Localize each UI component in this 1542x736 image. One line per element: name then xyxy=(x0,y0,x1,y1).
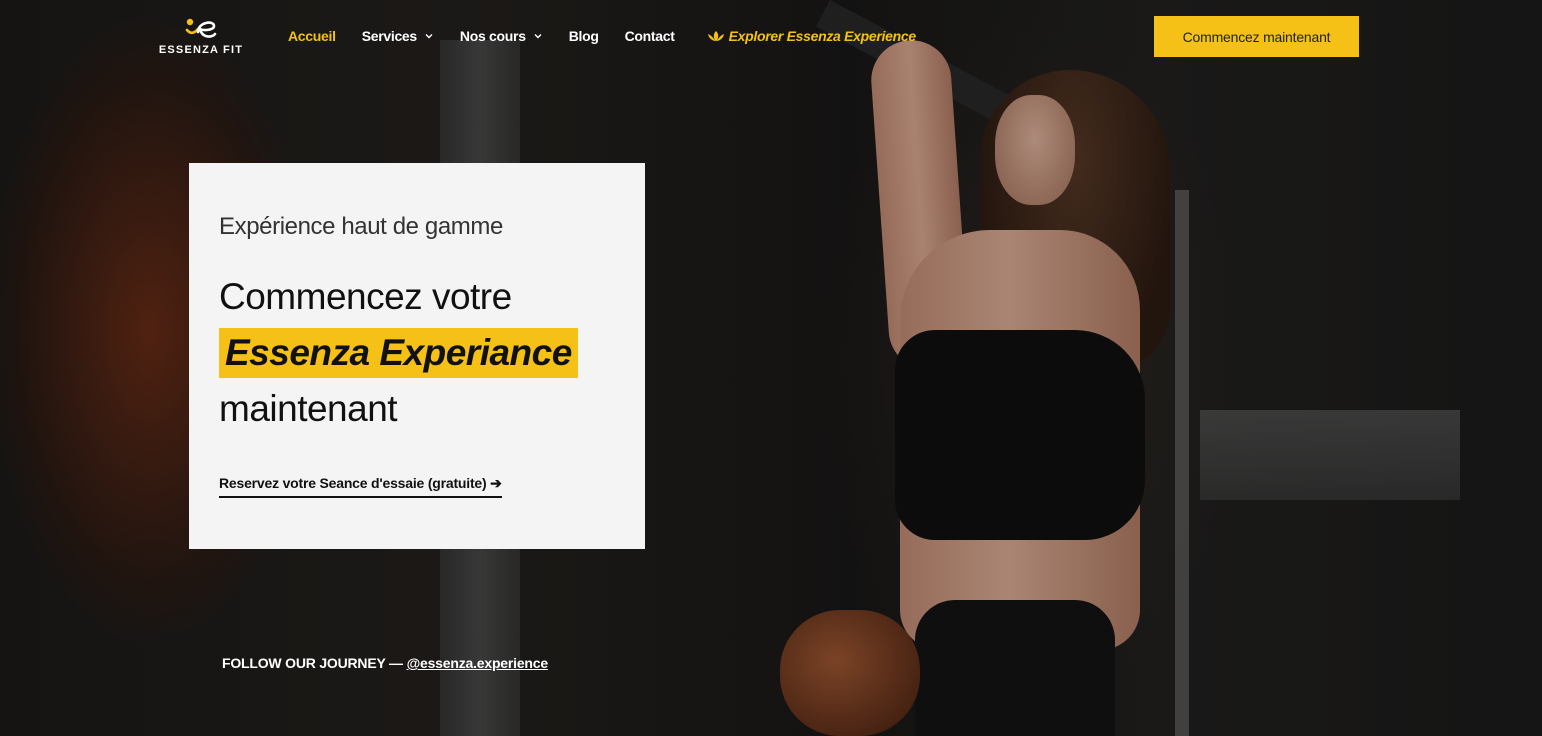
nav-explore-label: Explorer Essenza Experience xyxy=(728,28,917,44)
nav-item-accueil[interactable]: Accueil xyxy=(288,28,336,44)
nav-item-label: Services xyxy=(361,28,418,44)
nav-item-label: Nos cours xyxy=(459,28,526,44)
headline-line-3: maintenant xyxy=(219,388,398,429)
chevron-down-icon xyxy=(534,34,542,39)
headline-line-1: Commencez votre xyxy=(219,276,512,317)
nav-item-label: Blog xyxy=(568,28,599,44)
nav-item-services[interactable]: Services xyxy=(362,28,434,44)
hero-eyebrow: Expérience haut de gamme xyxy=(219,213,503,240)
main-navigation: Accueil Services Nos cours Blog Contact … xyxy=(288,26,942,46)
follow-prefix: FOLLOW OUR JOURNEY — xyxy=(222,655,407,671)
nav-item-contact[interactable]: Contact xyxy=(625,28,675,44)
site-logo[interactable]: ESSENZA FIT xyxy=(156,16,246,60)
nav-item-explore[interactable]: Explorer Essenza Experience xyxy=(707,28,916,44)
instagram-handle-link[interactable]: @essenza.experience xyxy=(407,655,549,671)
nav-item-label: Contact xyxy=(624,28,675,44)
hero-card: Expérience haut de gamme Commencez votre… xyxy=(189,163,645,549)
brand-name: ESSENZA FIT xyxy=(158,44,244,56)
nav-item-label: Accueil xyxy=(288,28,336,44)
nav-item-blog[interactable]: Blog xyxy=(569,28,599,44)
nav-item-nos-cours[interactable]: Nos cours xyxy=(460,28,543,44)
essenza-e-logo-icon xyxy=(185,18,217,38)
hero-headline: Commencez votre Essenza Experiance maint… xyxy=(219,269,619,437)
book-trial-link[interactable]: Reservez votre Seance d'essaie (gratuite… xyxy=(219,475,502,498)
headline-highlight: Essenza Experiance xyxy=(219,328,578,378)
social-follow: FOLLOW OUR JOURNEY — @essenza.experience xyxy=(222,655,548,671)
lotus-icon xyxy=(707,31,724,41)
chevron-down-icon xyxy=(425,34,433,39)
start-now-button[interactable]: Commencez maintenant xyxy=(1154,16,1359,57)
